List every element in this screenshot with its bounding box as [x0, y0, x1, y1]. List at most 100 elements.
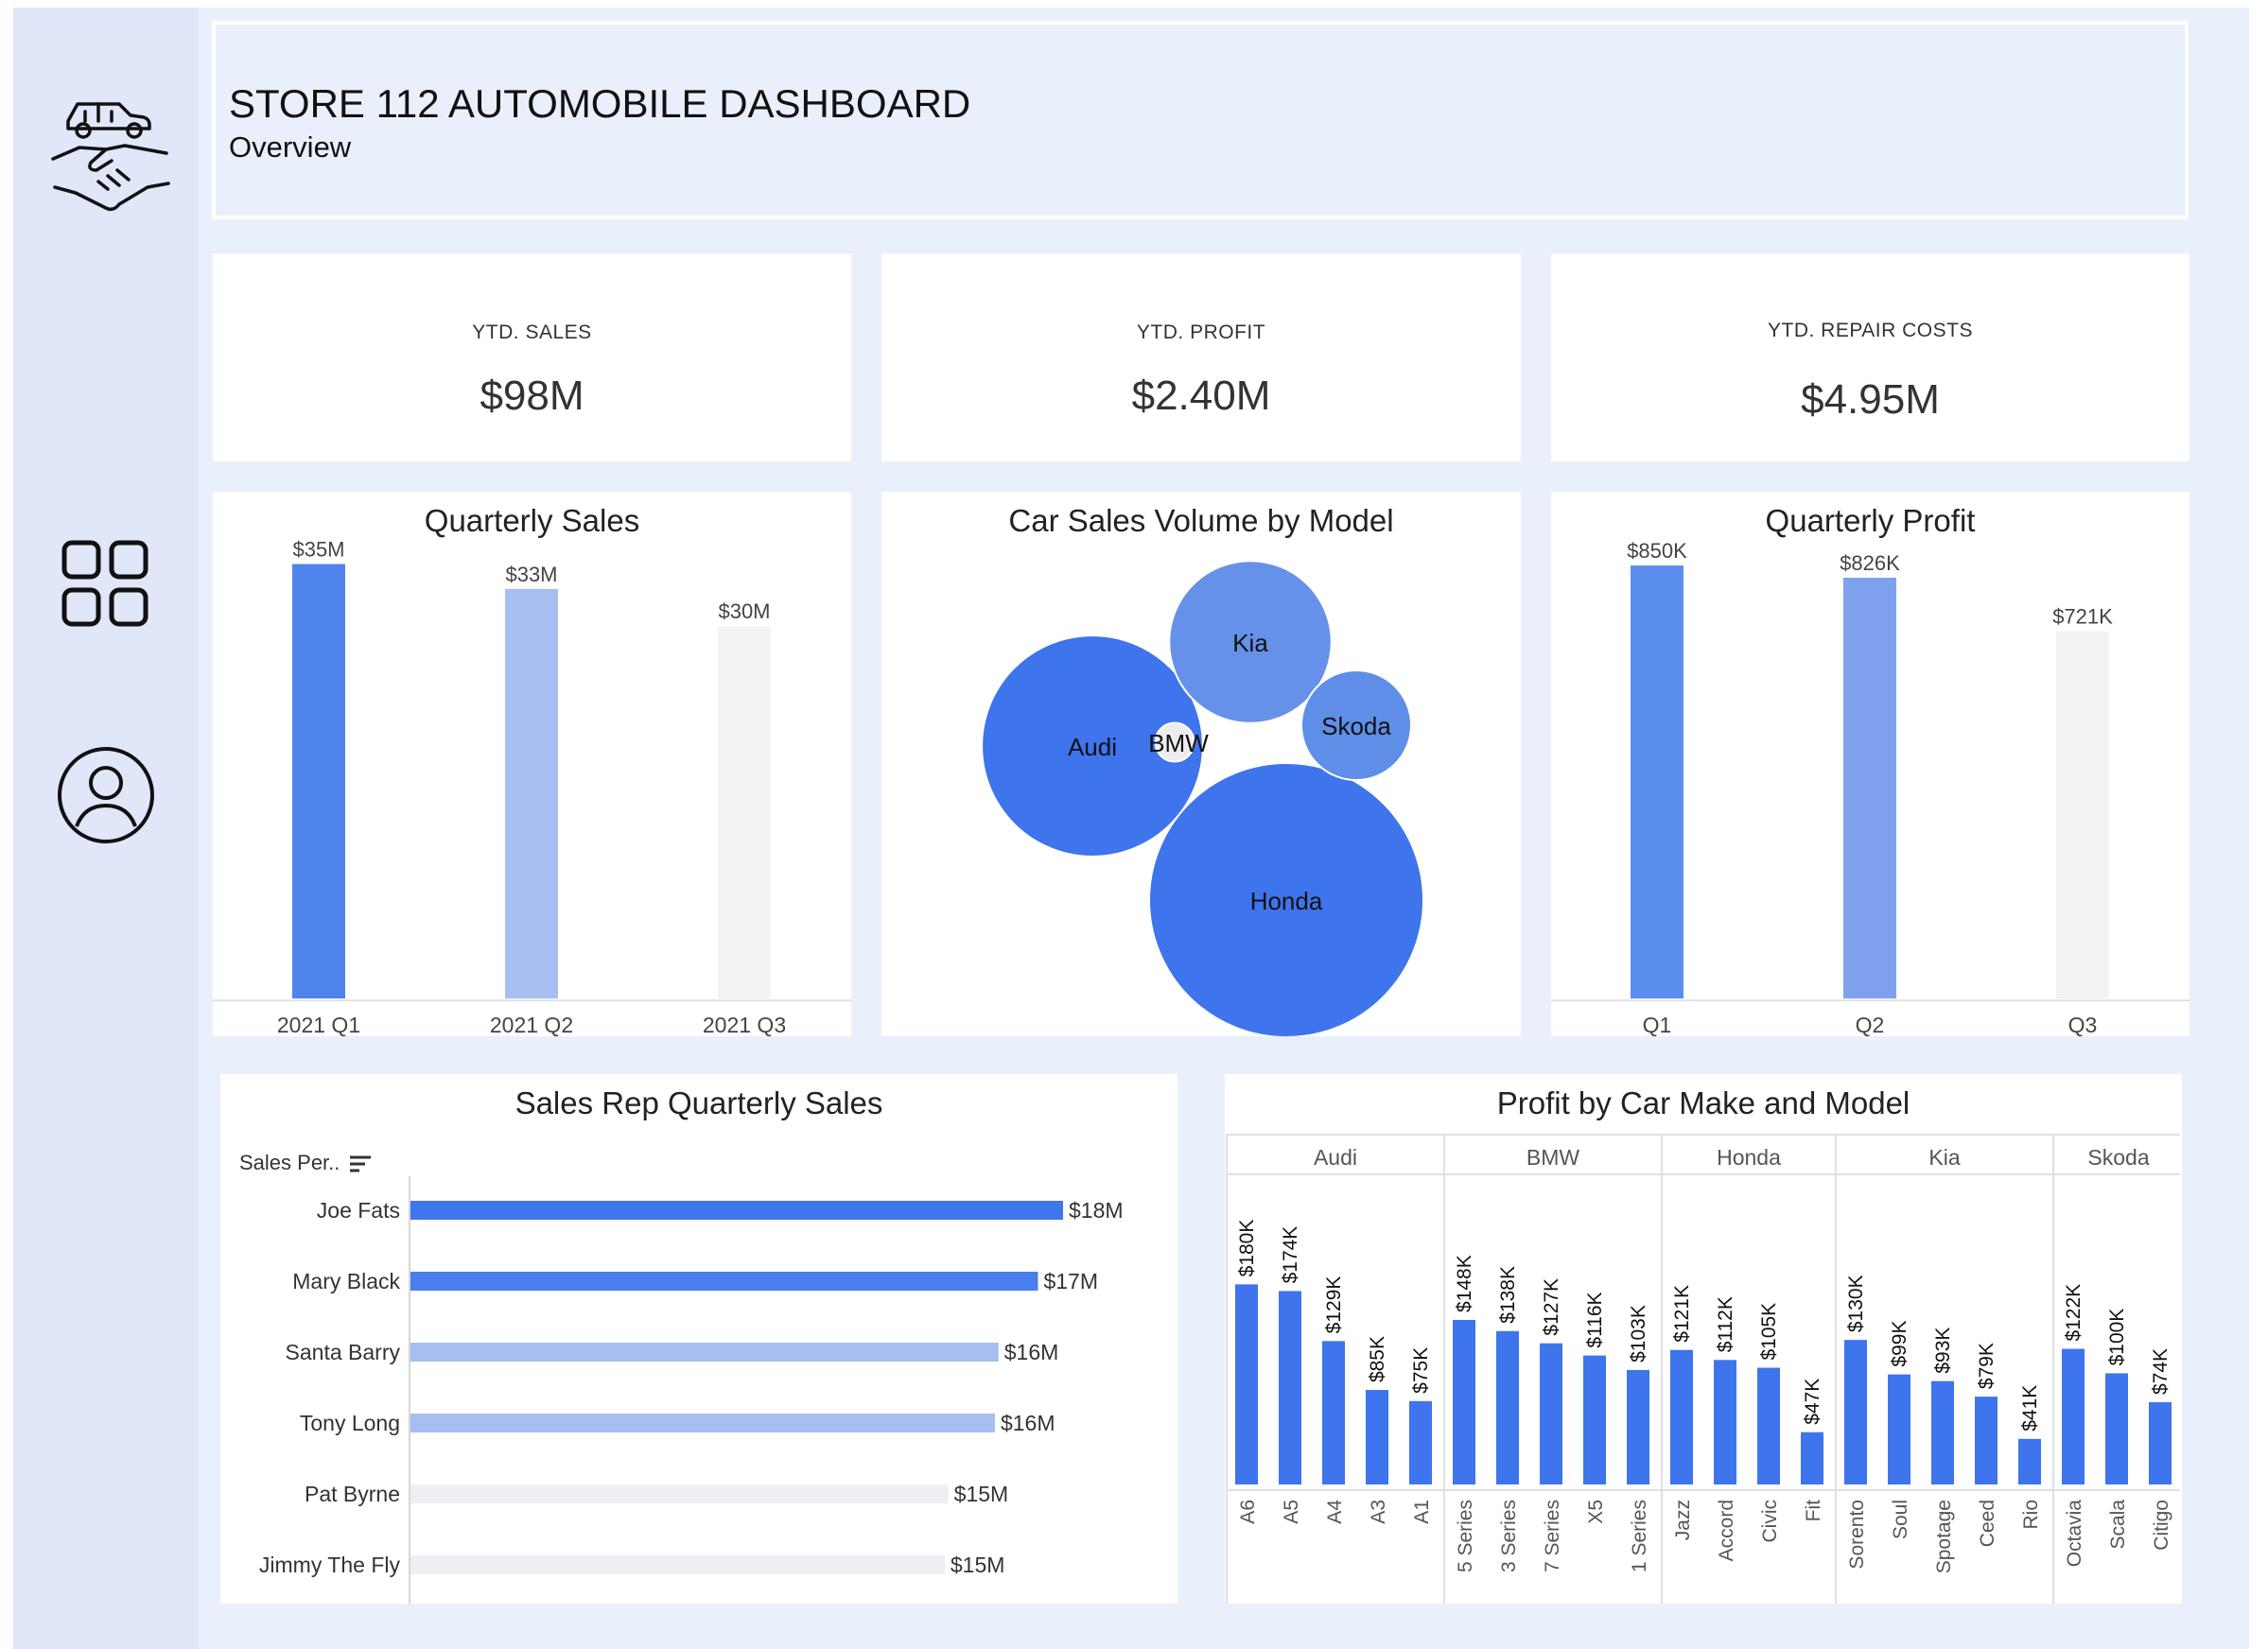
category-label: Santa Barry — [286, 1340, 401, 1364]
bar — [410, 1343, 999, 1362]
kpi-value: $98M — [480, 373, 584, 419]
x-tick-label: 2021 Q2 — [490, 1013, 573, 1036]
sales-rep-chart: Sales Per.. Joe Fats $18M Mary Black $17M San… — [239, 1151, 1124, 1604]
bar — [410, 1201, 1063, 1220]
kpi-card-sales: YTD. SALES $98M — [213, 253, 851, 461]
x-tick-label: X5 — [1585, 1500, 1607, 1524]
category-label: Pat Byrne — [305, 1482, 400, 1506]
bubble-label: Audi — [1068, 733, 1117, 761]
data-label: $112K — [1715, 1296, 1736, 1352]
kpi-value: $4.95M — [1801, 376, 1940, 423]
category-label: Tony Long — [300, 1411, 400, 1435]
category-label: Mary Black — [292, 1269, 400, 1293]
dashboard-frame: STORE 112 AUTOMOBILE DASHBOARD Overview … — [0, 0, 2268, 1649]
x-tick-label: Sorento — [1846, 1500, 1868, 1570]
x-tick-label: Soul — [1890, 1500, 1911, 1539]
bar — [1279, 1291, 1301, 1484]
data-label: $79K — [1976, 1343, 1998, 1389]
x-tick-label: Ceed — [1977, 1500, 1998, 1547]
user-icon[interactable] — [56, 745, 156, 845]
quarterly-sales-chart: $35M 2021 Q1 $33M 2021 Q2 $30M 2021 Q3 — [213, 538, 851, 1036]
data-label: $105K — [1758, 1303, 1780, 1361]
bar — [1714, 1360, 1736, 1484]
bar — [1322, 1341, 1345, 1484]
sort-icon[interactable] — [350, 1155, 371, 1172]
x-tick-label: A3 — [1368, 1500, 1389, 1524]
group-label: BMW — [1527, 1145, 1580, 1170]
bar — [1409, 1400, 1432, 1484]
bar — [1844, 1340, 1867, 1484]
quarterly-profit-panel: Quarterly Profit $850K Q1 $826K Q2 $721K Q3 — [1551, 492, 2189, 1036]
bar — [410, 1414, 995, 1432]
data-label: $99K — [1889, 1321, 1910, 1367]
kpi-label: YTD. REPAIR COSTS — [1768, 320, 1973, 341]
category-label: Joe Fats — [317, 1198, 400, 1223]
bar — [410, 1272, 1038, 1291]
bar — [1670, 1349, 1693, 1484]
x-tick-label: 3 Series — [1498, 1500, 1520, 1572]
x-tick-label: 2021 Q1 — [277, 1013, 360, 1036]
bar — [1496, 1330, 1519, 1484]
header: STORE 112 AUTOMOBILE DASHBOARD Overview — [212, 21, 2189, 219]
x-tick-label: Q2 — [1856, 1013, 1885, 1036]
sidebar — [13, 8, 198, 1649]
group-label: Audi — [1314, 1145, 1357, 1170]
data-label: $127K — [1541, 1278, 1562, 1336]
bar — [2149, 1401, 2172, 1484]
data-label: $148K — [1454, 1255, 1475, 1312]
x-tick-label: Spotage — [1933, 1500, 1955, 1573]
data-label: $103K — [1628, 1305, 1649, 1363]
bubble-label: Skoda — [1321, 712, 1391, 740]
car-handshake-icon[interactable] — [32, 83, 183, 225]
x-tick-label: Fit — [1803, 1500, 1824, 1521]
data-label: $30M — [718, 599, 770, 623]
bar — [1453, 1319, 1475, 1484]
data-label: $17M — [1043, 1269, 1098, 1293]
right-margin — [2249, 8, 2268, 1649]
kpi-label: YTD. PROFIT — [1136, 321, 1266, 343]
category-label: Jimmy The Fly — [259, 1553, 401, 1577]
bar — [718, 626, 771, 998]
kpi-card-profit: YTD. PROFIT $2.40M — [881, 253, 1521, 461]
data-label: $16M — [1004, 1340, 1059, 1364]
data-label: $35M — [292, 538, 344, 562]
bar — [2056, 631, 2109, 998]
x-tick-label: A6 — [1237, 1500, 1259, 1524]
x-tick-label: Q1 — [1643, 1013, 1672, 1036]
bar — [505, 588, 558, 998]
bar — [1631, 565, 1684, 998]
data-label: $138K — [1497, 1266, 1519, 1324]
page-subtitle: Overview — [229, 130, 352, 164]
group-label: Skoda — [2087, 1145, 2149, 1170]
sales-rep-panel: Sales Rep Quarterly Sales Sales Per.. Joe… — [220, 1074, 1178, 1604]
car-sales-volume-panel: Car Sales Volume by Model Honda Audi Kia Sk… — [881, 492, 1521, 1036]
profit-by-model-panel: Profit by Car Make and Model Audi $180K A6… — [1225, 1074, 2182, 1604]
bubble-label: Honda — [1250, 887, 1323, 915]
x-tick-label: Citigo — [2151, 1500, 2172, 1551]
kpi-value: $2.40M — [1131, 373, 1271, 419]
bar — [1975, 1397, 1998, 1484]
x-tick-label: 2021 Q3 — [703, 1013, 786, 1036]
grid-icon[interactable] — [61, 539, 151, 630]
data-label: $130K — [1845, 1275, 1867, 1332]
data-label: $174K — [1280, 1226, 1301, 1284]
data-label: $18M — [1069, 1198, 1124, 1223]
bar — [1888, 1374, 1910, 1484]
kpi-label: YTD. SALES — [472, 321, 592, 343]
data-label: $16M — [1001, 1411, 1055, 1435]
data-label: $850K — [1627, 539, 1687, 563]
bubble-label: BMW — [1148, 729, 1209, 757]
x-tick-label: Octavia — [2064, 1500, 2085, 1568]
data-label: $47K — [1802, 1379, 1823, 1425]
x-tick-label: 5 Series — [1455, 1500, 1476, 1572]
x-tick-label: 7 Series — [1542, 1500, 1563, 1572]
data-label: $129K — [1323, 1276, 1345, 1334]
data-label: $116K — [1584, 1292, 1606, 1347]
bar — [292, 564, 345, 998]
data-label: $121K — [1671, 1285, 1693, 1343]
page-title: STORE 112 AUTOMOBILE DASHBOARD — [229, 81, 971, 126]
x-tick-label: A5 — [1281, 1500, 1302, 1524]
data-label: $180K — [1236, 1220, 1258, 1277]
bubble-chart: Honda Audi Kia Skoda BMW — [981, 560, 1424, 1036]
data-label: $15M — [954, 1482, 1009, 1506]
